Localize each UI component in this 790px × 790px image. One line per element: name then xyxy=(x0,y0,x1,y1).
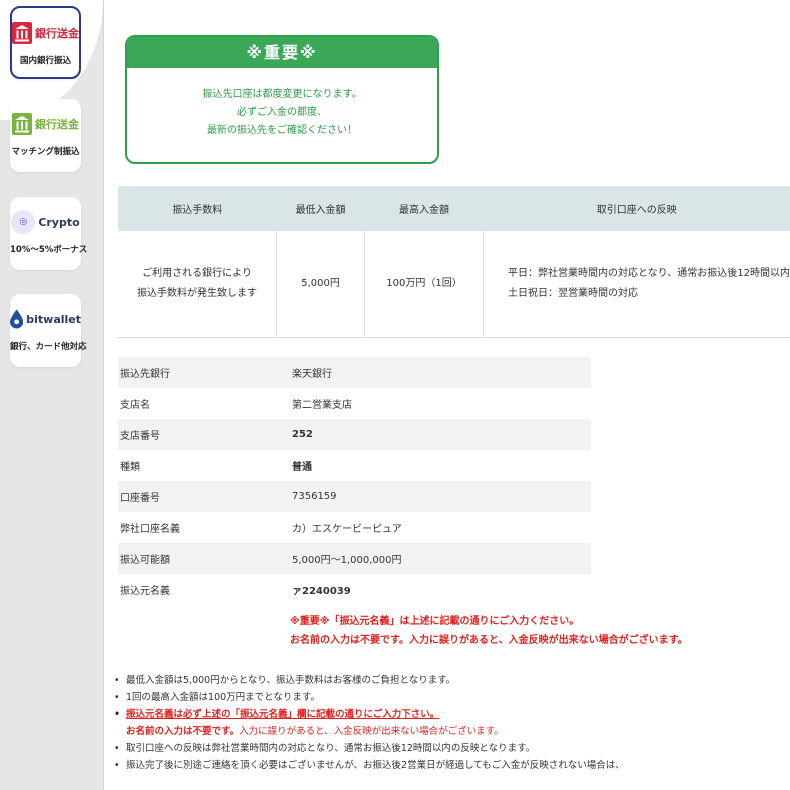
tab-domestic-bank-transfer[interactable]: 銀行送金 国内銀行振込 xyxy=(10,6,81,79)
tab-title: 銀行送金 xyxy=(35,27,79,40)
list-item: 振込完了後に別途ご連絡を頂く必要はございませんが、お振込後2営業日が経過してもご… xyxy=(114,757,625,774)
list-item: 振込元名義は必ず上述の「振込元名義」欄に記載の通りにご入力下さい。 お名前の入力… xyxy=(114,706,625,740)
tab-title: Crypto xyxy=(38,215,80,229)
row-value: 普通 xyxy=(292,462,312,473)
note-text: 入力に誤りがあると、入金反映が出来ない場合がございます。 xyxy=(239,726,504,737)
cell-text: ご利用される銀行により xyxy=(142,268,252,279)
row-value: 7356159 xyxy=(292,481,591,512)
tab-crypto[interactable]: ◎ Crypto 10%〜5%ボーナス xyxy=(10,197,88,270)
row-value: 楽天銀行 xyxy=(292,357,591,388)
cell-text: 振込手数料が発生致します xyxy=(137,288,258,299)
row-label: 振込可能額 xyxy=(118,543,292,574)
cell-text: 平日：弊社営業時間内の対応となり、通常お振込後12時間以内 xyxy=(507,268,790,279)
tab-subtitle: 国内銀行振込 xyxy=(19,56,71,66)
bank-info-table: 振込先銀行 楽天銀行 支店名 第二営業支店 支店番号 252 種類 普通 口座番号 735… xyxy=(118,357,591,605)
tab-bitwallet[interactable]: bitwallet 銀行、カード他対応 xyxy=(10,294,87,367)
notice-line: 必ずご入金の都度、 xyxy=(237,107,327,118)
bank-icon xyxy=(12,22,32,44)
fee-table: 振込手数料 最低入金額 最高入金額 取引口座への反映 ご利用される銀行により 振… xyxy=(118,186,790,338)
table-row: 支店番号 252 xyxy=(118,419,591,450)
important-notice: ※重要※ 振込先口座は都度変更になります。 必ずご入金の都度、 最新の振込先をご… xyxy=(125,35,439,164)
header-min-deposit: 最低入金額 xyxy=(276,186,365,231)
notice-line: 最新の振込先をご確認ください！ xyxy=(207,125,357,136)
list-item: 1回の最高入金額は100万円までとなります。 xyxy=(114,689,625,706)
row-value: 5,000円〜1,000,000円 xyxy=(292,543,591,574)
table-row: 弊社口座名義 カ）エスケービーピュア xyxy=(118,512,591,543)
row-label: 振込元名義 xyxy=(120,586,170,597)
notice-title: ※重要※ xyxy=(127,37,437,68)
row-label: 弊社口座名義 xyxy=(120,524,180,535)
cell-reflection: 平日：弊社営業時間内の対応となり、通常お振込後12時間以内 土日祝日：翌営業時間… xyxy=(483,231,790,338)
cell-text: 土日祝日：翌営業時間の対応 xyxy=(507,288,638,299)
list-item: 最低入金額は5,000円からとなり、振込手数料はお客様のご負担となります。 xyxy=(114,672,625,689)
header-fee: 振込手数料 xyxy=(118,186,277,231)
row-value: 252 xyxy=(292,419,591,450)
table-row: 口座番号 7356159 xyxy=(118,481,591,512)
bitwallet-icon xyxy=(10,309,24,329)
warning-line: ※重要※「振込元名義」は上述に記載の通りにご入力ください。 xyxy=(290,616,580,627)
table-row: 振込先銀行 楽天銀行 xyxy=(118,357,591,388)
tab-title: 銀行送金 xyxy=(35,118,79,131)
notice-line: 振込先口座は都度変更になります。 xyxy=(202,89,362,100)
tab-title: bitwallet xyxy=(26,312,81,326)
cell-fee: ご利用される銀行により 振込手数料が発生致します xyxy=(118,231,278,338)
cell-max-deposit: 100万円（1回） xyxy=(364,231,484,338)
bank-icon xyxy=(12,113,32,135)
tab-subtitle: 銀行、カード他対応 xyxy=(10,342,87,352)
row-value: 第二営業支店 xyxy=(292,400,352,411)
tab-subtitle: マッチング制振込 xyxy=(11,147,80,157)
row-label: 口座番号 xyxy=(118,481,292,512)
table-row: 支店名 第二営業支店 xyxy=(118,388,591,419)
row-label: 支店名 xyxy=(120,400,150,411)
note-text: 振込元名義は必ず上述の「振込元名義」欄に記載の通りにご入力下さい。 xyxy=(126,709,440,720)
notes-list: 最低入金額は5,000円からとなり、振込手数料はお客様のご負担となります。 1回… xyxy=(114,672,625,774)
crypto-icon: ◎ xyxy=(11,210,36,234)
row-label: 支店番号 xyxy=(118,419,292,450)
row-label: 種類 xyxy=(120,462,140,473)
row-value: カ）エスケービーピュア xyxy=(292,524,402,535)
list-item: 取引口座への反映は弊社営業時間内の対応となり、通常お振込後12時間以内の反映とな… xyxy=(114,740,625,757)
tab-subtitle: 10%〜5%ボーナス xyxy=(10,245,88,255)
table-row: 種類 普通 xyxy=(118,450,591,481)
warning-line: お名前の入力は不要です。入力に誤りがあると、入金反映が出来ない場合がございます。 xyxy=(290,635,688,646)
table-row: 振込元名義 ァ2240039 xyxy=(118,574,591,605)
header-reflection: 取引口座への反映 xyxy=(483,186,790,231)
header-max-deposit: 最高入金額 xyxy=(364,186,484,231)
row-value: ァ2240039 xyxy=(292,586,351,597)
cell-min-deposit: 5,000円 xyxy=(276,231,365,338)
row-label: 振込先銀行 xyxy=(118,357,292,388)
name-warning: ※重要※「振込元名義」は上述に記載の通りにご入力ください。 お名前の入力は不要で… xyxy=(290,612,688,650)
table-row: 振込可能額 5,000円〜1,000,000円 xyxy=(118,543,591,574)
note-text: お名前の入力は不要です。 xyxy=(126,726,240,737)
tab-matching-bank-transfer[interactable]: 銀行送金 マッチング制振込 xyxy=(10,99,81,172)
